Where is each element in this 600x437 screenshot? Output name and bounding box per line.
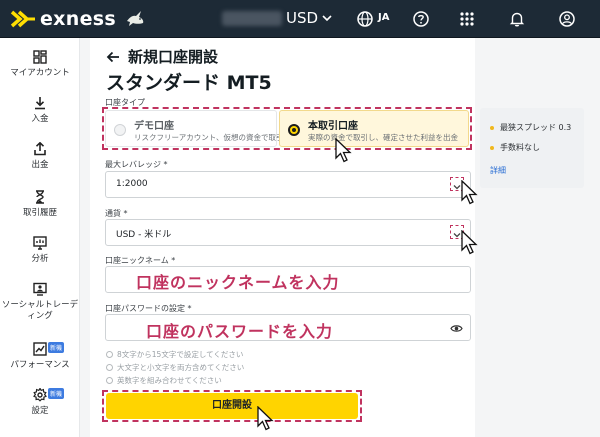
sidebar-item-label: マイアカウント <box>10 68 70 78</box>
nickname-instruction: 口座のニックネームを入力 <box>136 273 340 292</box>
rule-check-icon <box>106 364 113 371</box>
sidebar-item-history[interactable]: 取引履歴 <box>0 190 80 219</box>
leverage-select[interactable]: 1:2000 <box>105 171 471 198</box>
language-label[interactable]: JA <box>378 12 389 23</box>
sidebar-item-my-account[interactable]: マイアカウント <box>0 50 80 79</box>
sidebar-item-label: 分析 <box>31 254 49 264</box>
globe-icon[interactable] <box>356 10 374 28</box>
password-instruction: 口座のパスワードを入力 <box>146 322 334 341</box>
nickname-label: 口座ニックネーム * <box>105 256 176 265</box>
top-bar: exness USD JA <box>0 0 600 38</box>
option-title: 本取引口座 <box>308 121 358 132</box>
sidebar-item-settings[interactable]: 新機 設定 <box>0 388 80 417</box>
password-label: 口座パスワードの設定 * <box>105 304 192 313</box>
brand-logo[interactable]: exness <box>10 8 146 30</box>
account-info-panel: 最狭スプレッド 0.3 手数料なし 詳細 <box>480 108 584 188</box>
sidebar: マイアカウント 入金 出金 取引履歴 分析 ソーシャルトレーディング 新機 パフ… <box>0 38 80 437</box>
dashboard-icon <box>33 50 47 64</box>
leverage-label: 最大レバレッジ * <box>105 160 168 169</box>
account-type-demo-option[interactable]: デモ口座 リスクフリーアカウント、仮想の資金で取引 <box>105 110 284 147</box>
currency-label[interactable]: USD <box>286 9 318 27</box>
info-item: 手数料なし <box>490 142 540 153</box>
withdraw-icon <box>34 142 46 156</box>
mouse-cursor-icon <box>335 138 352 163</box>
performance-icon <box>33 342 47 356</box>
bell-icon[interactable] <box>508 10 526 28</box>
sidebar-item-deposit[interactable]: 入金 <box>0 96 80 125</box>
currency-value: USD - 米ドル <box>116 230 172 240</box>
sidebar-item-analytics[interactable]: 分析 <box>0 236 80 265</box>
new-badge: 新機 <box>48 388 65 399</box>
bullet-icon <box>490 145 494 150</box>
sidebar-item-label: 取引履歴 <box>22 208 57 218</box>
radio-selected[interactable] <box>288 124 300 136</box>
sidebar-item-withdraw[interactable]: 出金 <box>0 142 80 171</box>
hourglass-icon <box>36 190 44 204</box>
info-text: 手数料なし <box>500 143 540 152</box>
currency-field-label: 通貨 * <box>105 209 128 218</box>
eye-icon[interactable] <box>450 322 463 335</box>
page-title: 新規口座開設 <box>128 48 219 66</box>
settings-icon <box>33 388 47 402</box>
leverage-value: 1:2000 <box>116 179 148 189</box>
sidebar-item-performance[interactable]: 新機 パフォーマンス <box>0 342 80 371</box>
new-badge: 新機 <box>48 342 65 353</box>
info-item: 最狭スプレッド 0.3 <box>490 122 571 133</box>
password-rule: 英数字を組み合わせてください <box>106 375 222 386</box>
account-type-real-option[interactable]: 本取引口座 実際の資金で取引し、確定させた利益を出金 <box>279 110 469 147</box>
rule-text: 英数字を組み合わせてください <box>117 376 222 385</box>
brand-name: exness <box>40 8 116 30</box>
apps-grid-icon[interactable] <box>458 10 476 28</box>
help-icon[interactable] <box>412 10 430 28</box>
back-arrow-icon[interactable] <box>106 50 120 64</box>
rule-text: 大文字と小文字を両方含めてください <box>117 363 245 372</box>
exness-logo-icon <box>10 10 35 28</box>
chevron-down-icon[interactable] <box>320 11 334 25</box>
account-variant-title: スタンダード MT5 <box>106 72 272 94</box>
password-rule: 大文字と小文字を両方含めてください <box>106 362 244 373</box>
balance-blurred <box>222 11 282 26</box>
dove-icon <box>126 11 144 26</box>
rule-text: 8文字から15文字で設定してください <box>117 350 244 359</box>
option-description: リスクフリーアカウント、仮想の資金で取引 <box>134 133 284 142</box>
sidebar-item-label: ソーシャルトレーディング <box>1 300 79 321</box>
currency-select[interactable]: USD - 米ドル <box>105 219 471 246</box>
account-icon[interactable] <box>558 10 576 28</box>
bullet-icon <box>490 125 494 130</box>
option-title: デモ口座 <box>134 121 174 132</box>
details-link[interactable]: 詳細 <box>490 165 506 176</box>
sidebar-item-label: パフォーマンス <box>10 360 70 370</box>
social-trading-icon <box>33 282 47 296</box>
sidebar-item-social-trading[interactable]: ソーシャルトレーディング <box>0 282 80 321</box>
back-row: 新規口座開設 <box>106 46 218 67</box>
rule-check-icon <box>106 351 113 358</box>
open-account-button[interactable]: 口座開設 <box>106 393 358 419</box>
password-rule: 8文字から15文字で設定してください <box>106 349 243 360</box>
mouse-cursor-icon <box>461 180 478 205</box>
radio-unselected[interactable] <box>114 124 126 136</box>
sidebar-item-label: 出金 <box>31 160 49 170</box>
sidebar-item-label: 入金 <box>31 114 49 124</box>
info-text: 最狭スプレッド 0.3 <box>500 123 572 132</box>
rule-check-icon <box>106 377 113 384</box>
mouse-cursor-icon <box>461 230 478 255</box>
mouse-cursor-icon <box>257 406 274 431</box>
sidebar-item-label: 設定 <box>31 406 49 416</box>
deposit-icon <box>35 97 45 110</box>
option-description: 実際の資金で取引し、確定させた利益を出金 <box>308 133 458 142</box>
analytics-icon <box>33 236 47 250</box>
